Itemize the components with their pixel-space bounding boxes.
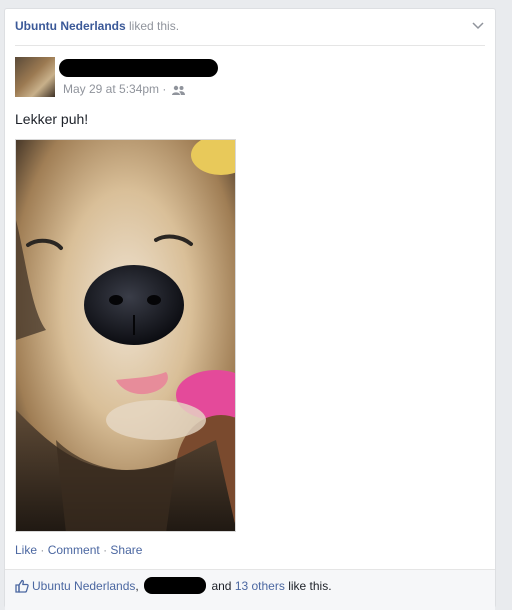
redacted-author-name <box>59 59 218 77</box>
post-timestamp[interactable]: May 29 at 5:34pm <box>63 82 159 96</box>
post-author-row: May 29 at 5:34pm · <box>15 57 485 99</box>
likes-suffix: like this. <box>288 579 332 593</box>
feed-story-card: Ubuntu Nederlands liked this. May 29 at … <box>4 8 496 610</box>
dog-photo-illustration <box>16 140 235 531</box>
share-link[interactable]: Share <box>110 543 142 557</box>
likes-summary: Ubuntu Nederlands, and 13 others like th… <box>15 577 332 594</box>
post-actions: Like · Comment · Share <box>15 542 142 558</box>
likes-and-text: and <box>211 579 232 593</box>
post-meta: May 29 at 5:34pm · <box>63 81 185 97</box>
likes-comma: , <box>135 579 139 593</box>
others-link[interactable]: 13 others <box>235 579 285 593</box>
friends-audience-icon[interactable] <box>171 85 185 95</box>
action-separator: · <box>103 543 108 557</box>
thumbs-up-icon <box>15 579 29 593</box>
post-photo[interactable] <box>15 139 236 532</box>
liker-link[interactable]: Ubuntu Nederlands <box>32 579 135 593</box>
likes-summary-bar: Ubuntu Nederlands, and 13 others like th… <box>5 569 495 610</box>
post-text: Lekker puh! <box>15 111 89 127</box>
story-verb: liked this. <box>129 19 180 33</box>
redacted-liker-name <box>144 577 207 594</box>
like-link[interactable]: Like <box>15 543 37 557</box>
story-actor-link[interactable]: Ubuntu Nederlands <box>15 19 126 33</box>
avatar[interactable] <box>15 57 55 97</box>
action-separator: · <box>40 543 45 557</box>
chevron-down-icon[interactable] <box>471 19 485 33</box>
story-header: Ubuntu Nederlands liked this. <box>15 17 485 46</box>
comment-link[interactable]: Comment <box>48 543 100 557</box>
meta-separator: · <box>162 82 167 96</box>
